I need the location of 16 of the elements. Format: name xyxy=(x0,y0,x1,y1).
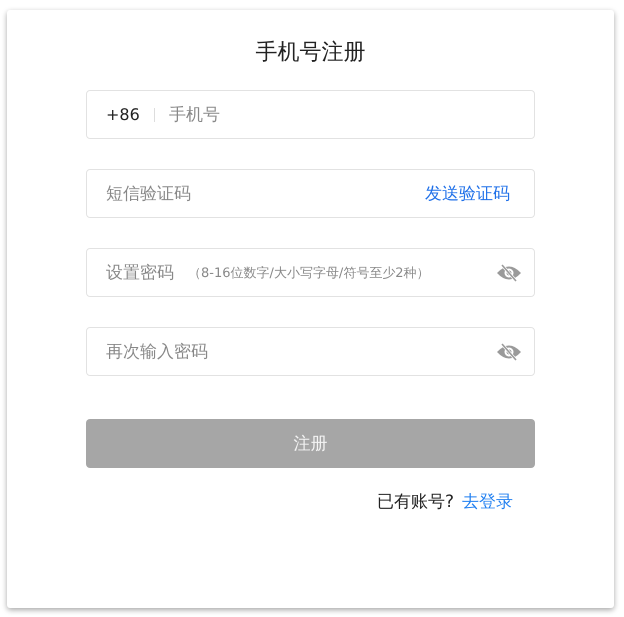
eye-slash-icon[interactable] xyxy=(496,262,522,282)
login-link[interactable]: 去登录 xyxy=(462,490,513,513)
country-code[interactable]: +86 xyxy=(106,105,140,124)
password-input[interactable]: 设置密码 xyxy=(106,262,188,282)
password-input[interactable]: 再次输入密码 xyxy=(106,342,301,362)
eye-slash-icon[interactable] xyxy=(496,342,522,362)
password-field[interactable]: 设置密码 （8-16位数字/大小写字母/符号至少2种） xyxy=(86,248,535,297)
phone-input[interactable]: 手机号 xyxy=(168,104,522,124)
send-code-link[interactable]: 发送验证码 xyxy=(425,182,522,205)
phone-field[interactable]: +86 手机号 xyxy=(86,90,535,139)
code-field[interactable]: 短信验证码 发送验证码 xyxy=(86,169,535,218)
password-field[interactable]: 再次输入密码 xyxy=(86,327,535,376)
code-input[interactable]: 短信验证码 xyxy=(106,184,425,204)
page-title: 手机号注册 xyxy=(256,39,366,67)
account-prompt: 已有账号? xyxy=(376,491,454,513)
password-hint: （8-16位数字/大小写字母/符号至少2种） xyxy=(188,264,430,282)
